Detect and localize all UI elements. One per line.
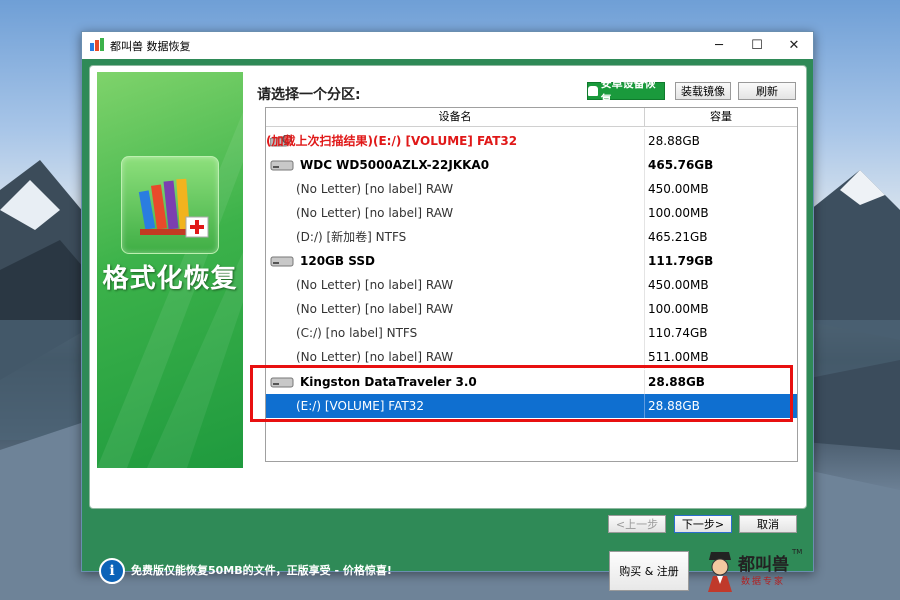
column-separator — [644, 201, 645, 225]
books-drive-icon — [138, 178, 209, 238]
partition-size: 100.00MB — [648, 302, 709, 316]
partition-name: (D:/) [新加卷] NTFS — [296, 230, 407, 244]
device-size: 28.88GB — [648, 134, 700, 148]
mascot-icon — [708, 552, 732, 592]
brand-logo: 都叫兽 数据专家 TM — [705, 548, 803, 592]
banner-title: 格式化恢复 — [102, 264, 238, 294]
device-size: 465.76GB — [648, 158, 714, 172]
column-separator — [644, 153, 645, 177]
partition-name: (No Letter) [no label] RAW — [296, 302, 454, 316]
partition-name: (No Letter) [no label] RAW — [296, 206, 454, 220]
partition-size: 450.00MB — [648, 182, 709, 196]
partition-name: (C:/) [no label] NTFS — [296, 326, 418, 340]
column-device-name[interactable]: 设备名 — [266, 108, 645, 126]
device-name: WDC WD5000AZLX-22JKKA0 — [300, 158, 490, 172]
info-icon: i — [99, 558, 125, 584]
hard-drive-icon — [270, 256, 294, 267]
column-separator — [644, 249, 645, 273]
column-separator — [644, 129, 645, 153]
partition-size: 450.00MB — [648, 278, 709, 292]
title-bar[interactable]: 都叫兽 数据恢复 ─ ☐ ✕ — [82, 32, 813, 58]
trademark-mark: TM — [792, 548, 803, 556]
brand-subtitle: 数据专家 — [741, 577, 786, 587]
buy-register-button[interactable]: 购买 & 注册 — [609, 551, 689, 591]
device-size: 111.79GB — [648, 254, 714, 268]
partition-name: (No Letter) [no label] RAW — [296, 182, 454, 196]
android-recovery-button[interactable]: 安卓设备恢复 — [587, 77, 665, 106]
list-item-partition[interactable]: (No Letter) [no label] RAW 100.00MB — [266, 297, 797, 321]
main-panel: 格式化恢复 请选择一个分区: 安卓设备恢复 装载镜像 刷新 设备名 容量 (加载… — [89, 65, 807, 509]
free-version-notice: 免费版仅能恢复50MB的文件，正版享受 - 价格惊喜! — [131, 564, 392, 577]
window-body: 格式化恢复 请选择一个分区: 安卓设备恢复 装载镜像 刷新 设备名 容量 (加载… — [82, 59, 813, 592]
list-header: 设备名 容量 — [266, 108, 797, 127]
previous-step-button[interactable]: <上一步 — [608, 515, 666, 533]
list-item-partition[interactable]: (D:/) [新加卷] NTFS 465.21GB — [266, 225, 797, 249]
select-partition-prompt: 请选择一个分区: — [257, 87, 361, 103]
list-item-disk[interactable]: 120GB SSD 111.79GB — [266, 249, 797, 273]
refresh-button[interactable]: 刷新 — [738, 82, 796, 100]
next-step-button[interactable]: 下一步> — [674, 515, 732, 533]
device-name: (加载上次扫描结果)(E:/) [VOLUME] FAT32 — [266, 134, 518, 148]
partition-size: 100.00MB — [648, 206, 709, 220]
list-item-partition[interactable]: (No Letter) [no label] RAW 450.00MB — [266, 177, 797, 201]
column-separator — [644, 177, 645, 201]
list-item-partition[interactable]: (No Letter) [no label] RAW 100.00MB — [266, 201, 797, 225]
list-item-partition[interactable]: (C:/) [no label] NTFS 110.74GB — [266, 321, 797, 345]
android-recovery-label: 安卓设备恢复 — [600, 77, 656, 106]
column-separator — [644, 273, 645, 297]
column-separator — [644, 297, 645, 321]
list-item-disk[interactable]: WDC WD5000AZLX-22JKKA0 465.76GB — [266, 153, 797, 177]
app-logo-icon — [90, 38, 104, 51]
partition-size: 110.74GB — [648, 326, 708, 340]
minimize-button[interactable]: ─ — [699, 32, 739, 58]
list-item-partition[interactable]: (No Letter) [no label] RAW 450.00MB — [266, 273, 797, 297]
partition-size: 465.21GB — [648, 230, 708, 244]
device-name: 120GB SSD — [300, 254, 375, 268]
hard-drive-icon — [270, 160, 294, 171]
column-capacity[interactable]: 容量 — [645, 108, 797, 126]
selection-highlight-box — [250, 365, 793, 422]
window-title: 都叫兽 数据恢复 — [110, 40, 191, 53]
list-item-scan-result[interactable]: (加载上次扫描结果)(E:/) [VOLUME] FAT32 28.88GB — [266, 129, 797, 153]
data-recovery-window: 都叫兽 数据恢复 ─ ☐ ✕ 格式化恢复 请选择一个分区: 安卓设备恢复 装载镜… — [81, 31, 814, 592]
footer-bar: i 免费版仅能恢复50MB的文件，正版享受 - 价格惊喜! 购买 & 注册 都叫… — [89, 544, 805, 592]
load-image-button[interactable]: 装载镜像 — [675, 82, 731, 100]
column-separator — [644, 321, 645, 345]
format-recovery-icon — [121, 156, 219, 254]
format-recovery-banner: 格式化恢复 — [97, 72, 243, 468]
android-icon — [588, 86, 598, 96]
brand-name: 都叫兽 — [738, 555, 789, 575]
cancel-button[interactable]: 取消 — [739, 515, 797, 533]
close-button[interactable]: ✕ — [774, 32, 814, 58]
column-separator — [644, 225, 645, 249]
maximize-button[interactable]: ☐ — [737, 32, 777, 58]
partition-name: (No Letter) [no label] RAW — [296, 278, 454, 292]
